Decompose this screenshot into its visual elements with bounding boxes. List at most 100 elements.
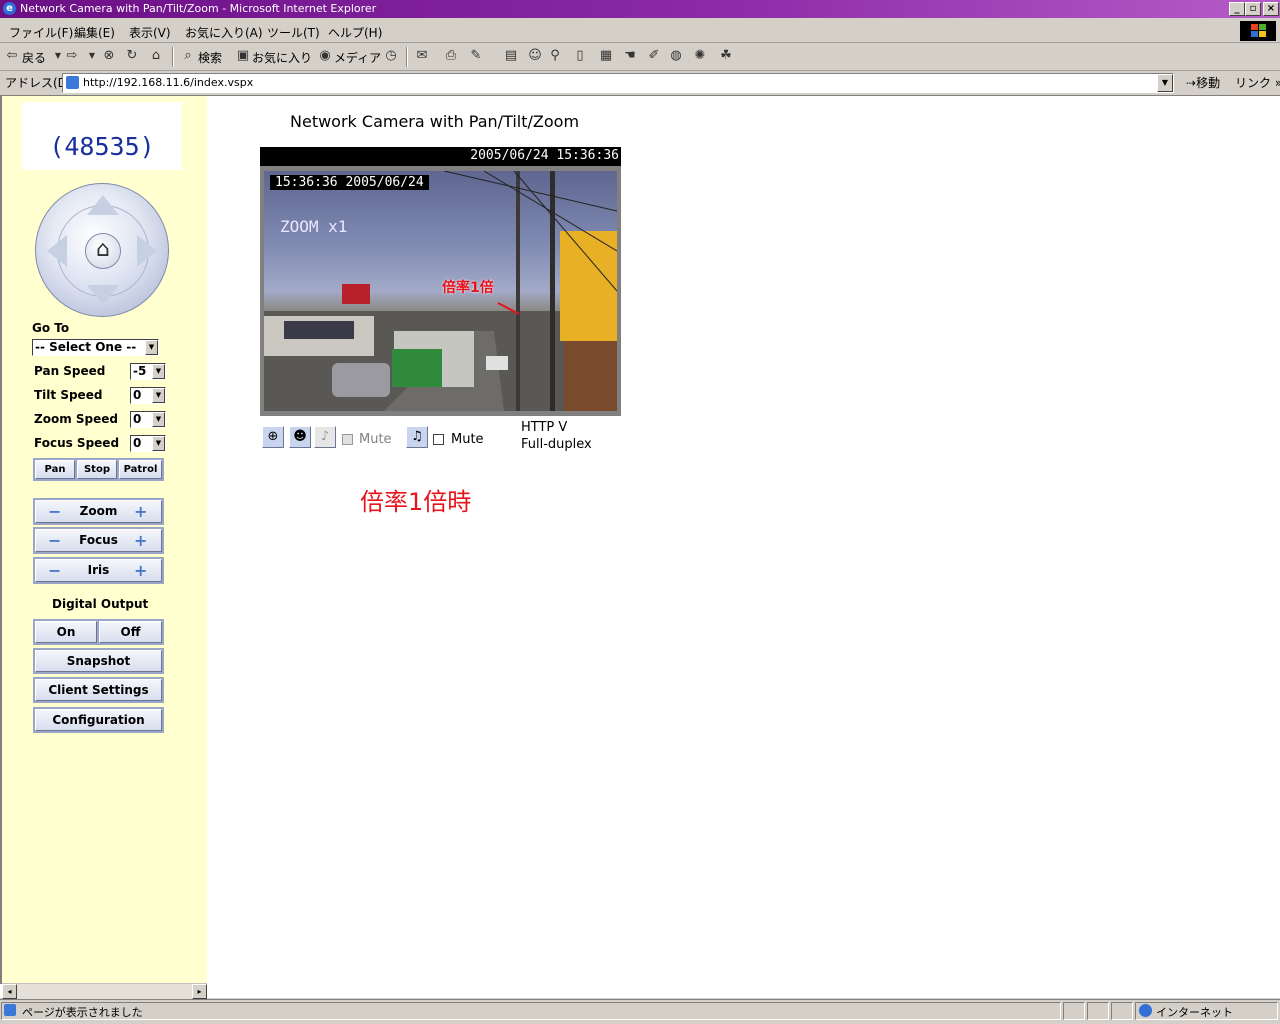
protocol-label: HTTP V xyxy=(521,420,568,435)
tool-icon-2[interactable]: ▯ xyxy=(572,48,588,64)
media-icon[interactable]: ◉ xyxy=(317,48,333,64)
focus-button[interactable]: − Focus + xyxy=(35,529,162,552)
plus-icon[interactable]: + xyxy=(134,563,147,579)
favorites-button[interactable]: お気に入り xyxy=(252,49,312,66)
media-button[interactable]: メディア xyxy=(334,49,381,66)
pencil-icon[interactable]: ✐ xyxy=(646,48,662,64)
zoom-annotation: 倍率1倍 xyxy=(442,280,494,296)
globe-icon[interactable]: ◍ xyxy=(668,48,684,64)
video-header-time: 2005/06/24 15:36:36 xyxy=(470,148,619,163)
plus-icon[interactable]: + xyxy=(134,533,147,549)
extra-tools-icon[interactable]: ☘ xyxy=(718,48,734,64)
output-off-button[interactable]: Off xyxy=(99,621,162,643)
internet-globe-icon xyxy=(1139,1004,1152,1017)
zoom-button[interactable]: − Zoom + xyxy=(35,500,162,523)
menu-file[interactable]: ファイル(F) xyxy=(9,24,73,41)
camera-video-feed[interactable]: 15:36:36 2005/06/24 ZOOM x1 倍率1倍 xyxy=(264,171,617,411)
menu-favorites[interactable]: お気に入り(A) xyxy=(185,24,263,41)
home-position-button[interactable]: ⌂ xyxy=(85,233,121,269)
chevron-down-icon: ▼ xyxy=(152,436,165,451)
messenger-icon[interactable]: ☺ xyxy=(527,48,543,64)
close-button[interactable]: × xyxy=(1263,2,1279,16)
iris-button[interactable]: − Iris + xyxy=(35,559,162,582)
plus-icon[interactable]: + xyxy=(134,504,147,520)
focus-speed-select[interactable]: 0 ▼ xyxy=(130,435,166,452)
stop-button[interactable]: Stop xyxy=(77,460,117,479)
truck-cab xyxy=(392,349,442,387)
client-settings-button[interactable]: Client Settings xyxy=(35,679,162,701)
print-icon[interactable]: ⎙ xyxy=(443,48,459,64)
zoom-control: − Zoom + xyxy=(33,498,164,525)
output-on-button[interactable]: On xyxy=(35,621,97,643)
mute-microphone-checkbox[interactable] xyxy=(433,434,444,445)
menu-bar: ファイル(F) 編集(E) 表示(V) お気に入り(A) ツール(T) ヘルプ(… xyxy=(0,20,1280,43)
status-text-pane: ページが表示されました xyxy=(1,1002,1061,1020)
tool-icon[interactable]: ⚲ xyxy=(547,48,563,64)
edit-icon[interactable]: ✎ xyxy=(468,48,484,64)
menu-edit[interactable]: 編集(E) xyxy=(74,24,115,41)
back-arrow-icon[interactable]: ⇦ xyxy=(4,48,20,64)
sidebar-horizontal-scrollbar[interactable]: ◂ ▸ xyxy=(2,983,207,999)
calculator-icon[interactable]: ▦ xyxy=(598,48,614,64)
video-frame: 15:36:36 2005/06/24 ZOOM x1 倍率1倍 xyxy=(260,166,621,416)
back-button[interactable]: 戻る xyxy=(22,49,46,66)
pan-right-arrow-icon[interactable] xyxy=(137,235,157,267)
tilt-speed-select[interactable]: 0 ▼ xyxy=(130,387,166,404)
address-input[interactable]: http://192.168.11.6/index.vspx ▼ xyxy=(62,73,1174,93)
forward-dropdown-icon[interactable]: ▼ xyxy=(84,48,100,64)
shop-front xyxy=(564,341,617,411)
goto-select[interactable]: -- Select One -- ▼ xyxy=(32,339,159,356)
configuration-button[interactable]: Configuration xyxy=(35,709,162,731)
minus-icon[interactable]: − xyxy=(48,504,61,520)
forward-arrow-icon[interactable]: ⇨ xyxy=(64,48,80,64)
minus-icon[interactable]: − xyxy=(48,533,61,549)
discuss-icon[interactable]: ▤ xyxy=(503,48,519,64)
speaker-button[interactable]: ♪ xyxy=(314,426,336,448)
translate-icon[interactable]: ✺ xyxy=(692,48,708,64)
microphone-icon: ♫ xyxy=(411,429,423,444)
minimize-button[interactable]: _ xyxy=(1229,2,1245,16)
menu-tools[interactable]: ツール(T) xyxy=(267,24,320,41)
pan-up-arrow-icon[interactable] xyxy=(87,195,119,215)
scroll-right-icon[interactable]: ▸ xyxy=(192,984,207,999)
address-dropdown-icon[interactable]: ▼ xyxy=(1157,74,1173,92)
camera-id: (48535) xyxy=(49,132,155,161)
pan-left-arrow-icon[interactable] xyxy=(47,235,67,267)
pan-button[interactable]: Pan xyxy=(35,460,75,479)
scroll-left-icon[interactable]: ◂ xyxy=(2,984,17,999)
microphone-button[interactable]: ♫ xyxy=(406,426,428,448)
speaker-person-button[interactable]: ☻ xyxy=(289,426,311,448)
pan-speed-select[interactable]: -5 ▼ xyxy=(130,363,166,380)
goto-label: Go To xyxy=(32,321,70,335)
page-title: Network Camera with Pan/Tilt/Zoom xyxy=(290,112,580,131)
mute-speaker-checkbox[interactable] xyxy=(342,434,353,445)
ie-icon: e xyxy=(3,2,16,15)
power-line xyxy=(443,171,617,212)
history-icon[interactable]: ◷ xyxy=(383,48,399,64)
page-icon xyxy=(66,76,79,89)
stop-icon[interactable]: ⊗ xyxy=(101,48,117,64)
mail-icon[interactable]: ✉ xyxy=(414,48,430,64)
search-icon[interactable]: ⌕ xyxy=(180,48,196,64)
pan-down-arrow-icon[interactable] xyxy=(87,285,119,305)
search-button[interactable]: 検索 xyxy=(198,49,222,66)
mute-speaker-label: Mute xyxy=(359,432,392,447)
menu-help[interactable]: ヘルプ(H) xyxy=(328,24,382,41)
toolbar-separator xyxy=(406,47,408,67)
snapshot-button[interactable]: Snapshot xyxy=(35,650,162,672)
title-bar: e Network Camera with Pan/Tilt/Zoom - Mi… xyxy=(0,0,1280,18)
menu-view[interactable]: 表示(V) xyxy=(129,24,171,41)
links-button[interactable]: リンク » xyxy=(1235,74,1280,91)
yellow-building xyxy=(560,231,617,341)
hand-icon[interactable]: ☚ xyxy=(622,48,638,64)
refresh-icon[interactable]: ↻ xyxy=(124,48,140,64)
patrol-button[interactable]: Patrol xyxy=(119,460,162,479)
go-button[interactable]: ⇢移動 xyxy=(1186,74,1220,91)
zoom-speed-select[interactable]: 0 ▼ xyxy=(130,411,166,428)
zoom-magnifier-button[interactable]: ⊕ xyxy=(262,426,284,448)
page-status-icon xyxy=(4,1004,16,1016)
home-icon[interactable]: ⌂ xyxy=(148,48,164,64)
minus-icon[interactable]: − xyxy=(48,563,61,579)
maximize-button[interactable]: ▫ xyxy=(1245,2,1261,16)
favorites-icon[interactable]: ▣ xyxy=(235,48,251,64)
